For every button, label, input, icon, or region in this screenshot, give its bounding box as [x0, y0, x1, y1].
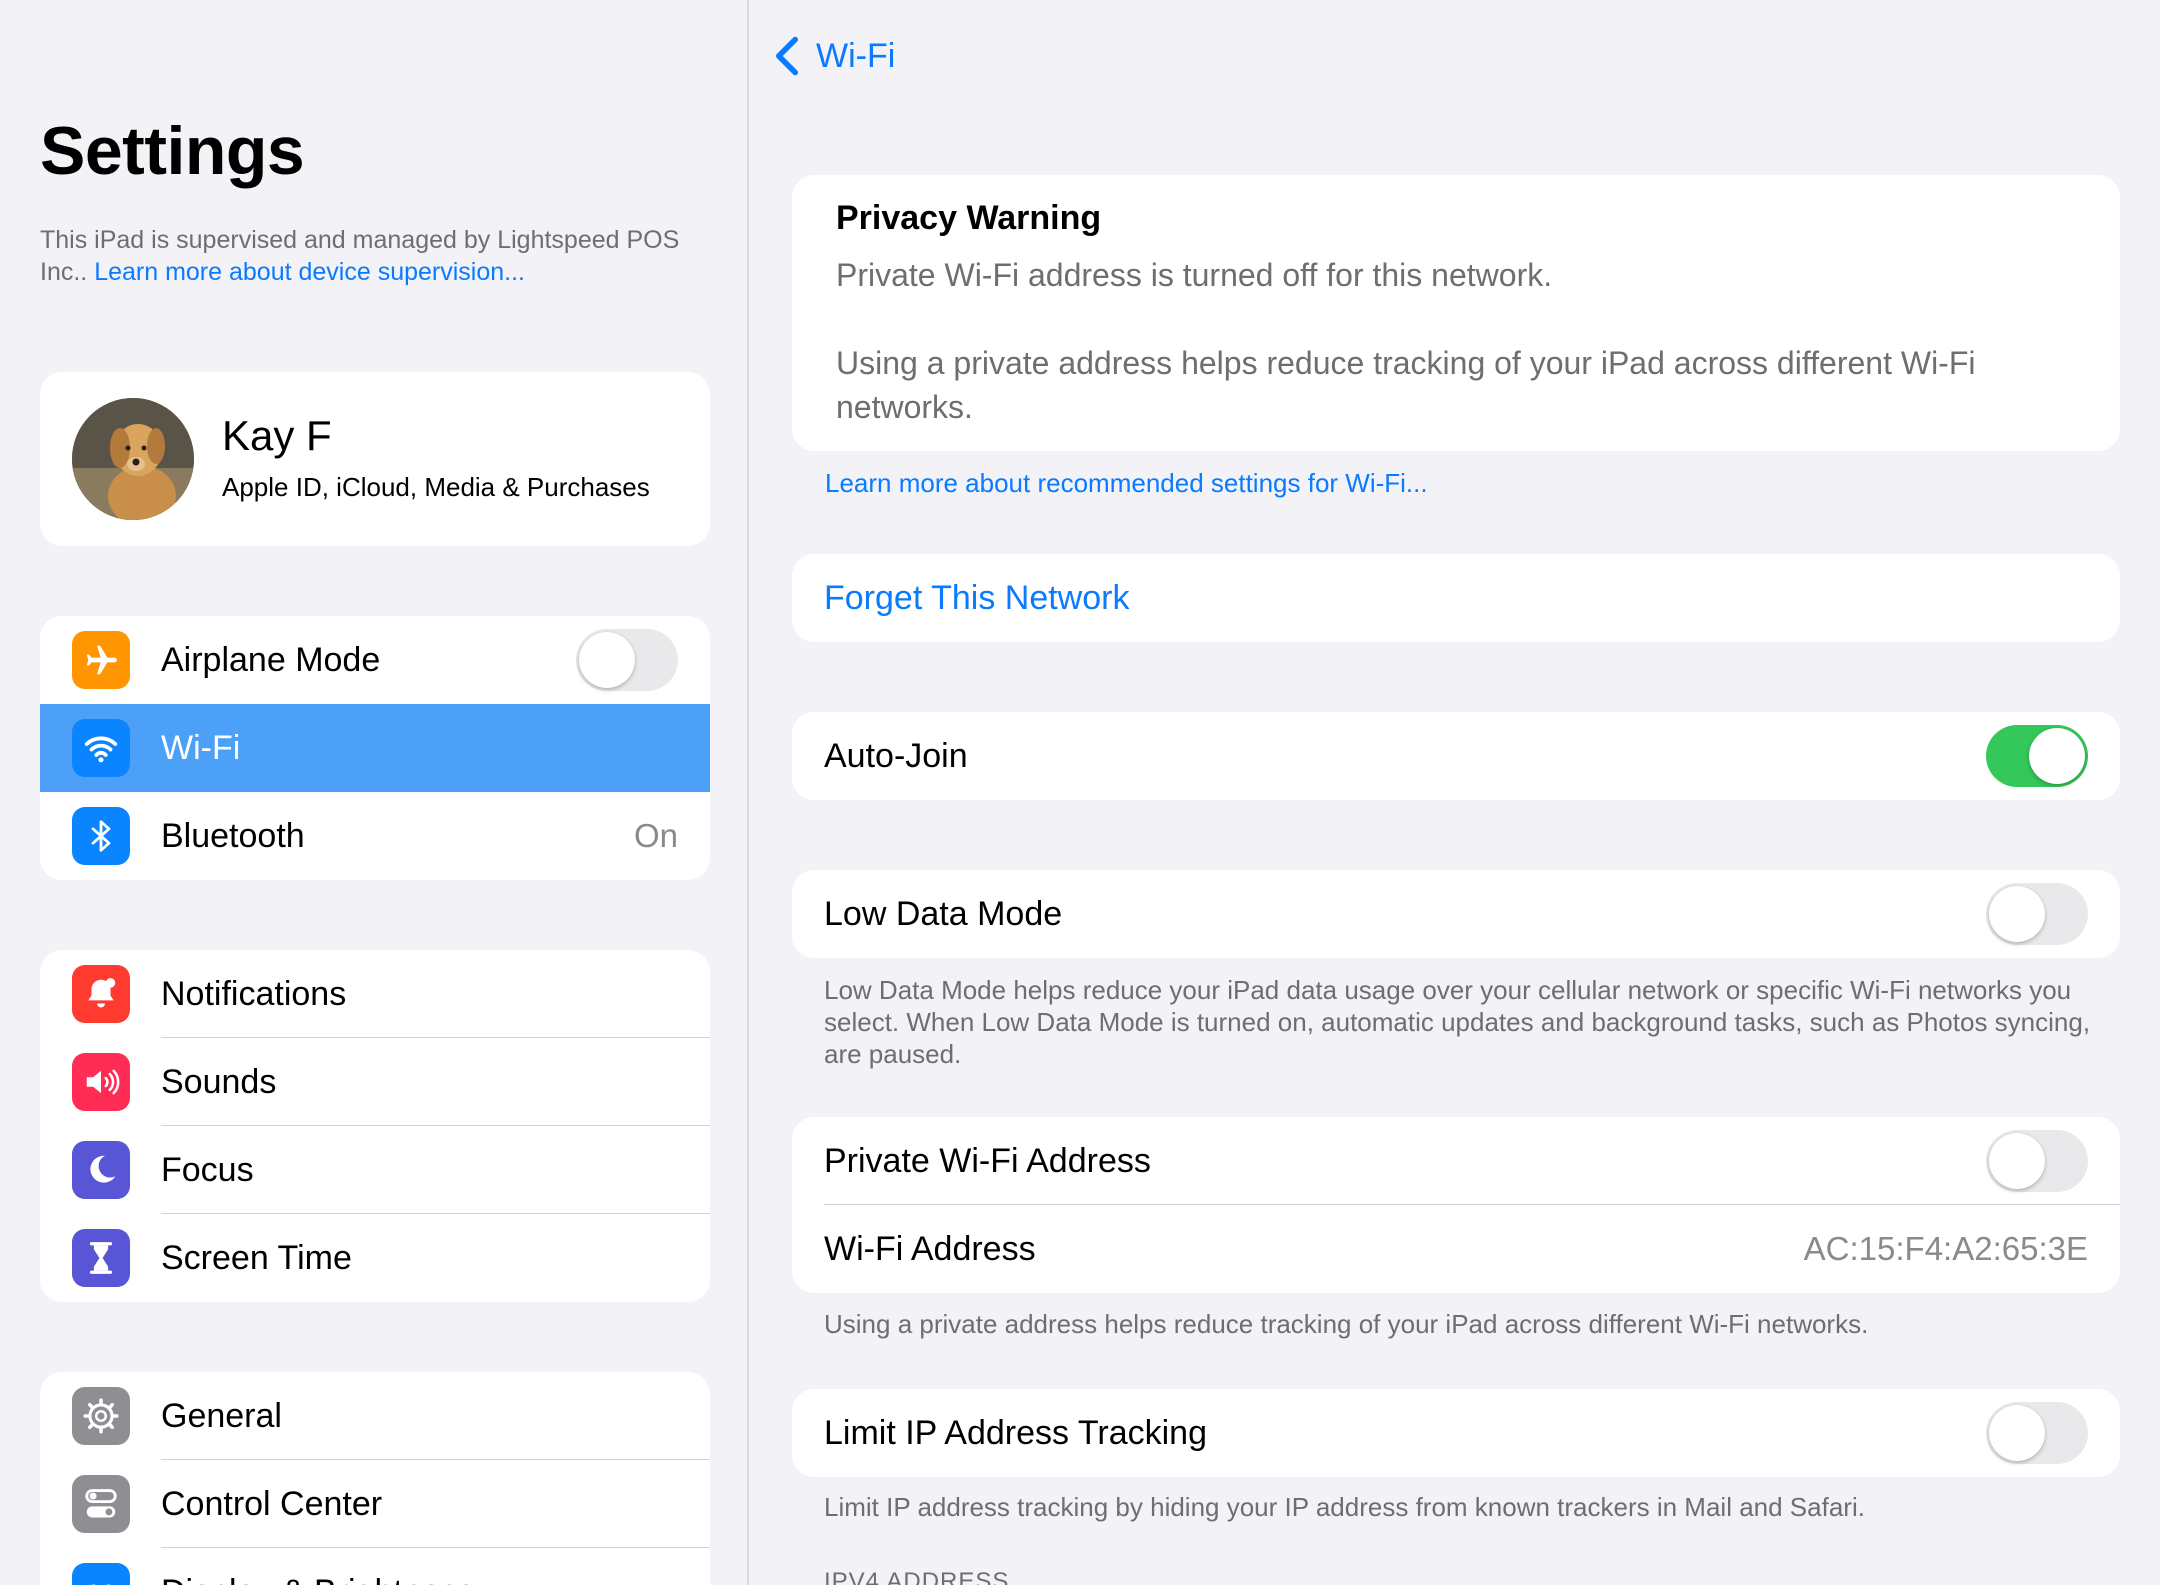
airplane-icon — [72, 631, 130, 689]
sidebar: Settings This iPad is supervised and man… — [0, 0, 749, 1585]
sidebar-item-notifications[interactable]: Notifications — [40, 950, 710, 1038]
wifi-icon — [72, 719, 130, 777]
bluetooth-icon — [72, 807, 130, 865]
sidebar-item-airplane-mode[interactable]: Airplane Mode — [40, 616, 710, 704]
sidebar-item-label: Sounds — [161, 1063, 277, 1101]
sidebar-item-general[interactable]: General — [40, 1372, 710, 1460]
sidebar-item-label: Bluetooth — [161, 817, 305, 855]
gear-icon — [72, 1387, 130, 1445]
wifi-address-value: AC:15:F4:A2:65:3E — [1803, 1230, 2088, 1267]
sidebar-item-label: Control Center — [161, 1485, 383, 1523]
sidebar-item-sounds[interactable]: Sounds — [40, 1038, 710, 1126]
back-button[interactable]: Wi-Fi — [772, 30, 895, 82]
hourglass-icon — [72, 1229, 130, 1287]
auto-join-label: Auto-Join — [824, 737, 968, 775]
forget-network-label: Forget This Network — [824, 579, 1130, 617]
sidebar-item-label: Focus — [161, 1151, 254, 1189]
private-wifi-address-label: Private Wi-Fi Address — [824, 1142, 1151, 1180]
privacy-warning-title: Privacy Warning — [836, 199, 1102, 237]
sidebar-item-label: General — [161, 1397, 282, 1435]
limit-ip-tracking-toggle[interactable] — [1986, 1402, 2088, 1464]
supervision-notice: This iPad is supervised and managed by L… — [40, 224, 700, 288]
profile-subtitle: Apple ID, iCloud, Media & Purchases — [222, 472, 650, 502]
limit-ip-tracking-label: Limit IP Address Tracking — [824, 1414, 1207, 1452]
privacy-warning-line2: Using a private address helps reduce tra… — [836, 345, 1976, 425]
low-data-mode-footnote: Low Data Mode helps reduce your iPad dat… — [824, 975, 2091, 1069]
switches-icon — [72, 1475, 130, 1533]
limit-ip-tracking-row: Limit IP Address Tracking — [792, 1389, 2120, 1477]
sidebar-item-control-center[interactable]: Control Center — [40, 1460, 710, 1548]
chevron-left-icon — [776, 36, 798, 76]
avatar — [72, 398, 194, 520]
wifi-address-label: Wi-Fi Address — [824, 1230, 1036, 1268]
sidebar-item-bluetooth[interactable]: Bluetooth On — [40, 792, 710, 880]
moon-icon — [72, 1141, 130, 1199]
apple-id-card[interactable]: Kay F Apple ID, iCloud, Media & Purchase… — [40, 372, 710, 546]
page-title: Settings — [40, 113, 305, 189]
profile-name: Kay F — [222, 412, 332, 459]
limit-ip-tracking-footnote: Limit IP address tracking by hiding your… — [824, 1492, 1865, 1522]
privacy-warning-card: Privacy Warning Private Wi-Fi address is… — [792, 175, 2120, 451]
wifi-address-row: Wi-Fi Address AC:15:F4:A2:65:3E — [792, 1205, 2120, 1293]
supervision-learn-more-link[interactable]: Learn more about device supervision... — [94, 258, 525, 286]
private-address-footnote: Using a private address helps reduce tra… — [824, 1309, 1869, 1339]
address-group: Private Wi-Fi Address Wi-Fi Address AC:1… — [792, 1117, 2120, 1293]
sidebar-item-screen-time[interactable]: Screen Time — [40, 1214, 710, 1302]
sidebar-item-label: Airplane Mode — [161, 641, 381, 679]
back-label: Wi-Fi — [816, 36, 896, 75]
sidebar-item-label: Screen Time — [161, 1239, 352, 1277]
sidebar-item-label: Wi-Fi — [161, 729, 241, 767]
sidebar-item-focus[interactable]: Focus — [40, 1126, 710, 1214]
bluetooth-status: On — [633, 817, 678, 854]
display-icon: AA — [72, 1563, 130, 1585]
bell-icon — [72, 965, 130, 1023]
connectivity-group: Airplane Mode Wi-Fi Bluetooth On — [40, 616, 710, 880]
low-data-mode-toggle[interactable] — [1986, 883, 2088, 945]
sidebar-item-label: Display & Brightness — [161, 1548, 475, 1585]
airplane-mode-toggle[interactable] — [576, 629, 678, 691]
speaker-icon — [72, 1053, 130, 1111]
general-group: General Control Center AA Display & Brig… — [40, 1372, 710, 1585]
sidebar-item-label: Notifications — [161, 975, 347, 1013]
forget-network-button[interactable]: Forget This Network — [792, 554, 2120, 642]
auto-join-row: Auto-Join — [792, 712, 2120, 800]
notifications-group: Notifications Sounds Focus Screen Time — [40, 950, 710, 1302]
privacy-warning-line1: Private Wi-Fi address is turned off for … — [836, 257, 1553, 293]
low-data-mode-label: Low Data Mode — [824, 895, 1063, 933]
auto-join-toggle[interactable] — [1986, 725, 2088, 787]
private-wifi-address-toggle[interactable] — [1986, 1130, 2088, 1192]
low-data-mode-row: Low Data Mode — [792, 870, 2120, 958]
private-wifi-address-row: Private Wi-Fi Address — [792, 1117, 2120, 1205]
sidebar-item-wifi[interactable]: Wi-Fi — [40, 704, 710, 792]
sidebar-item-display-brightness[interactable]: AA Display & Brightness — [40, 1548, 710, 1585]
ipv4-section-header: IPV4 ADDRESS — [824, 1568, 1010, 1585]
learn-more-wifi-link[interactable]: Learn more about recommended settings fo… — [825, 468, 1428, 499]
svg-text:AA: AA — [86, 1580, 116, 1585]
